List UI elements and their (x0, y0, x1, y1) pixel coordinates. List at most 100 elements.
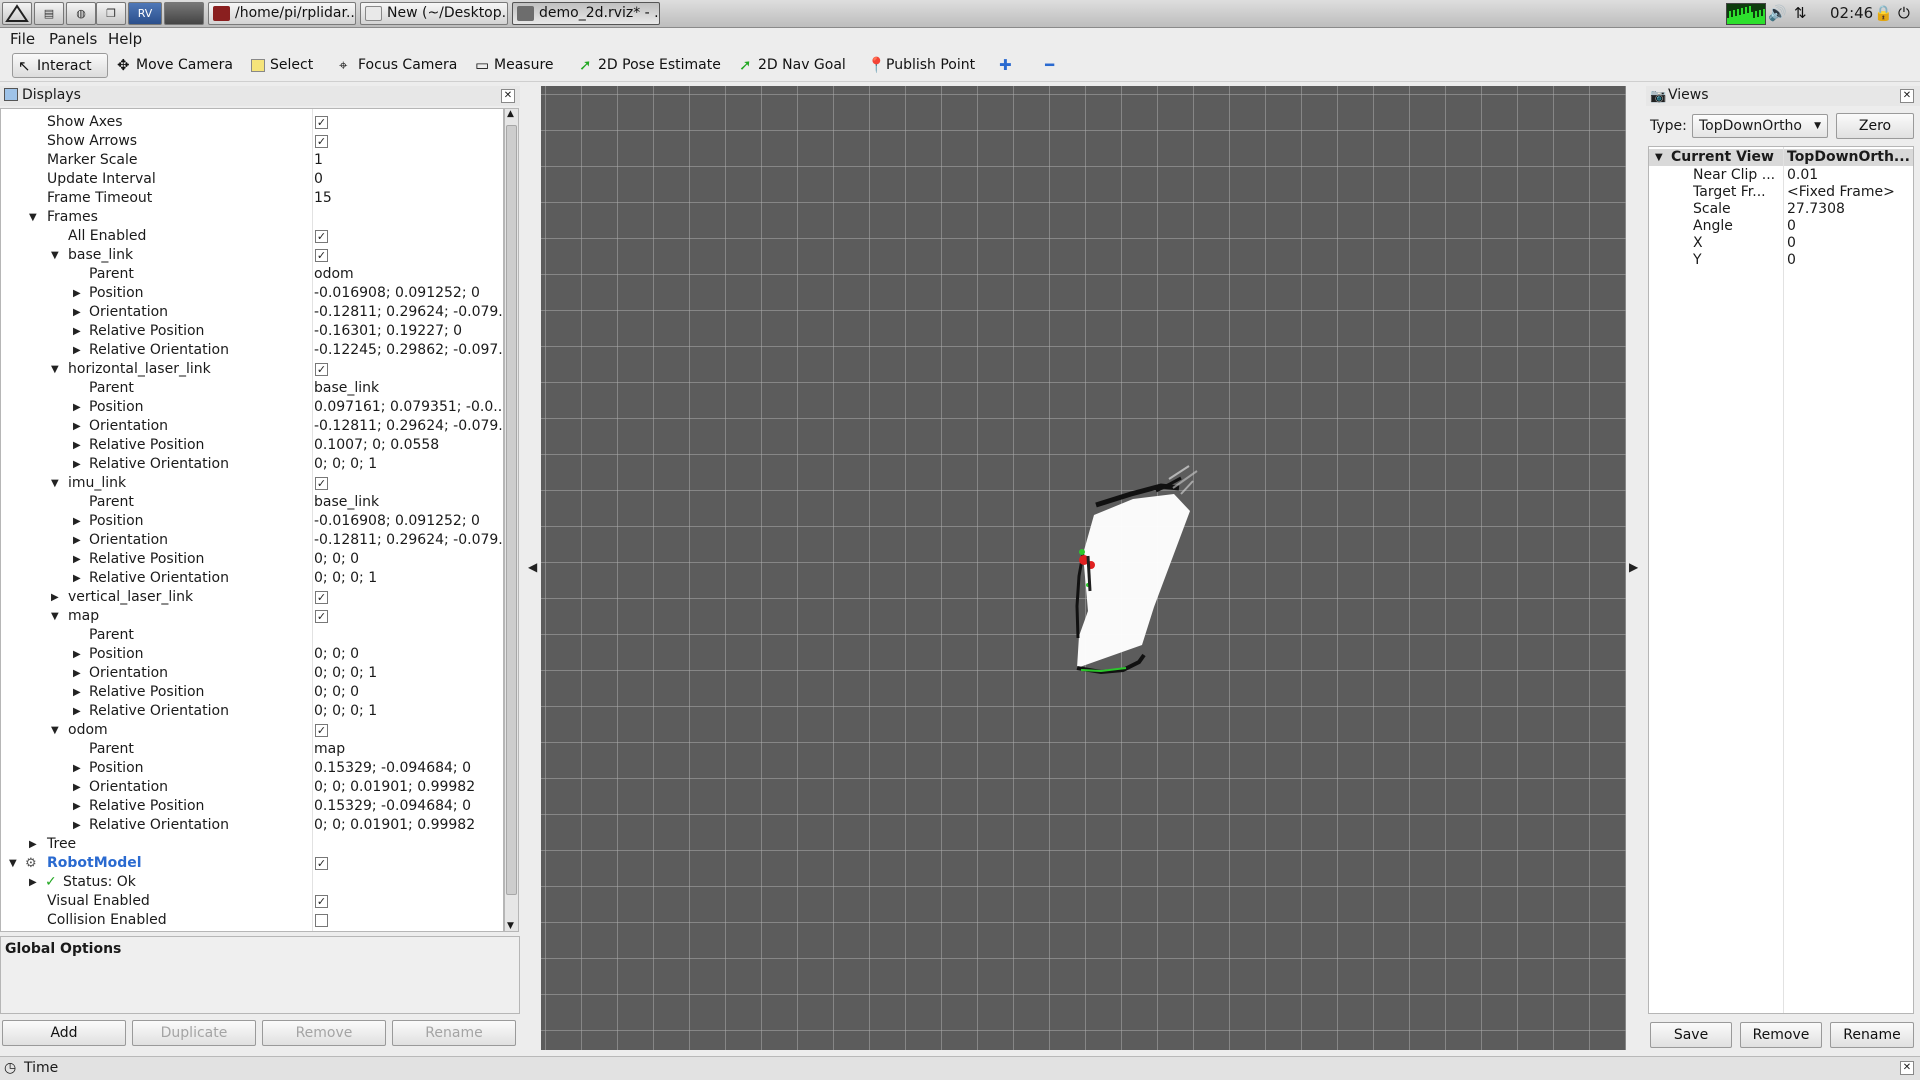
collapse-arrow-icon[interactable]: ▶ (73, 645, 81, 664)
display-property-row[interactable]: ▶ ✓ Status: Ok (1, 873, 489, 892)
view-property-row[interactable]: Angle 0 (1649, 218, 1913, 235)
checkbox-checked[interactable]: ✓ (315, 895, 328, 908)
zero-view-button[interactable]: Zero (1836, 113, 1914, 139)
display-property-row[interactable]: ▶ Position 0.097161; 0.079351; -0.0... (1, 398, 503, 417)
logout-icon[interactable]: ⏻ (1898, 4, 1910, 22)
property-value[interactable]: -0.016908; 0.091252; 0 (314, 284, 503, 303)
collapse-arrow-icon[interactable]: ▶ (73, 303, 81, 322)
property-value[interactable]: 0; 0; 0.01901; 0.99982 (314, 816, 503, 835)
display-property-row[interactable]: Show Axes ✓ (1, 113, 489, 132)
collapse-arrow-icon[interactable]: ▶ (73, 322, 81, 341)
checkbox-checked[interactable]: ✓ (315, 724, 328, 737)
view-property-row[interactable]: Scale 27.7308 (1649, 201, 1913, 218)
display-property-row[interactable]: Visual Enabled ✓ (1, 892, 489, 911)
checkbox-checked[interactable]: ✓ (315, 610, 328, 623)
close-displays-icon[interactable]: ✕ (501, 89, 515, 103)
checkbox-unchecked[interactable] (315, 914, 328, 927)
expand-arrow-icon[interactable]: ▼ (9, 854, 17, 873)
checkbox-checked[interactable]: ✓ (315, 363, 328, 376)
view-property-row[interactable]: X0 (1649, 235, 1913, 252)
collapse-arrow-icon[interactable]: ▶ (73, 417, 81, 436)
display-property-row[interactable]: ▶ Relative Orientation -0.12245; 0.29862; … (1, 341, 503, 360)
checkbox-checked[interactable]: ✓ (315, 249, 328, 262)
expand-arrow-icon[interactable]: ▼ (51, 607, 59, 626)
task-rviz[interactable]: demo_2d.rviz* - ... (512, 2, 660, 25)
current-view-row[interactable]: ▼ Current View TopDownOrth... (1649, 149, 1913, 166)
expand-arrow-icon[interactable]: ▼ (51, 360, 59, 379)
collapse-arrow-icon[interactable]: ▶ (73, 759, 81, 778)
interact-tool-button[interactable]: ↖ Interact (12, 53, 108, 78)
display-property-row[interactable]: ▶ Relative Position 0; 0; 0 (1, 550, 489, 569)
display-property-row[interactable]: ▼ ⚙ RobotModel ✓ (1, 854, 489, 873)
add-tool-button[interactable]: ✚ (994, 53, 1020, 78)
expand-arrow-icon[interactable]: ▼ (51, 246, 59, 265)
menu-help[interactable]: Help (108, 30, 142, 48)
duplicate-display-button[interactable]: Duplicate (132, 1020, 256, 1046)
windows-launcher-icon[interactable]: ❐ (96, 2, 126, 25)
lock-icon[interactable]: 🔒 (1874, 4, 1893, 22)
collapse-arrow-icon[interactable]: ▶ (73, 550, 81, 569)
display-property-row[interactable]: ▶ Tree (1, 835, 489, 854)
collapse-arrow-icon[interactable]: ▶ (73, 797, 81, 816)
display-property-row[interactable]: ▶ Relative Position -0.16301; 0.19227; 0 (1, 322, 489, 341)
checkbox-checked[interactable]: ✓ (315, 230, 328, 243)
collapse-right-icon[interactable]: ▶ (1629, 560, 1638, 574)
rename-view-button[interactable]: Rename (1830, 1022, 1914, 1048)
display-property-row[interactable]: ▼ map ✓ (1, 607, 489, 626)
file-manager-launcher-icon[interactable]: ▤ (34, 2, 64, 25)
menu-file[interactable]: File (10, 30, 35, 48)
display-property-row[interactable]: ▶ Relative Position 0; 0; 0 (1, 683, 489, 702)
display-property-row[interactable]: ▶ Relative Position 0.1007; 0; 0.0558 (1, 436, 489, 455)
focus-camera-tool-button[interactable]: ⌖ Focus Camera (334, 53, 463, 78)
column-divider[interactable] (1783, 147, 1784, 1013)
property-value[interactable]: -0.016908; 0.091252; 0 (314, 512, 503, 531)
2d-pose-estimate-tool-button[interactable]: ➚ 2D Pose Estimate (574, 53, 727, 78)
view-property-row[interactable]: Target Fr... <Fixed Frame> (1649, 184, 1913, 201)
clock[interactable]: 02:46 (1830, 4, 1873, 22)
checkbox-checked[interactable]: ✓ (315, 135, 328, 148)
display-property-row[interactable]: ▼ odom ✓ (1, 721, 489, 740)
property-value[interactable]: 0.15329; -0.094684; 0 (314, 759, 503, 778)
collapse-arrow-icon[interactable]: ▶ (73, 398, 81, 417)
task-terminal[interactable]: /home/pi/rplidar... (208, 2, 356, 25)
publish-point-tool-button[interactable]: 📍 Publish Point (862, 53, 981, 78)
collapse-arrow-icon[interactable]: ▶ (73, 702, 81, 721)
checkbox-checked[interactable]: ✓ (315, 116, 328, 129)
collapse-arrow-icon[interactable]: ▶ (73, 816, 81, 835)
property-value[interactable]: -0.12811; 0.29624; -0.079... (314, 417, 503, 436)
property-value[interactable]: 0.1007; 0; 0.0558 (314, 436, 503, 455)
property-value[interactable]: 0; 0; 0 (314, 683, 503, 702)
display-property-row[interactable]: ▶ Relative Position 0.15329; -0.094684; 0 (1, 797, 489, 816)
display-property-row[interactable]: Collision Enabled (1, 911, 489, 930)
property-value[interactable]: 0; 0; 0; 1 (314, 569, 503, 588)
property-value[interactable]: -0.12245; 0.29862; -0.097... (314, 341, 503, 360)
display-property-row[interactable]: ▶ Orientation -0.12811; 0.29624; -0.079... (1, 417, 503, 436)
display-property-row[interactable]: ▼ Frames (1, 208, 489, 227)
view-property-value[interactable]: <Fixed Frame> (1787, 184, 1895, 201)
column-divider[interactable] (312, 109, 313, 931)
display-property-row[interactable]: All Enabled ✓ (1, 227, 489, 246)
property-value[interactable]: 0; 0; 0.01901; 0.99982 (314, 778, 503, 797)
display-property-row[interactable]: Parent odom (1, 265, 489, 284)
measure-tool-button[interactable]: ▭ Measure (470, 53, 560, 78)
collapse-arrow-icon[interactable]: ▶ (73, 341, 81, 360)
remove-view-button[interactable]: Remove (1740, 1022, 1822, 1048)
property-value[interactable]: -0.12811; 0.29624; -0.079... (314, 531, 503, 550)
render-viewport[interactable] (541, 86, 1626, 1050)
view-property-row[interactable]: Near Clip ... 0.01 (1649, 167, 1913, 184)
collapse-arrow-icon[interactable]: ▶ (73, 455, 81, 474)
checkbox-checked[interactable]: ✓ (315, 857, 328, 870)
browser-launcher-icon[interactable]: ◍ (66, 2, 96, 25)
collapse-arrow-icon[interactable]: ▶ (51, 588, 59, 607)
display-property-row[interactable]: ▼ base_link ✓ (1, 246, 489, 265)
display-property-row[interactable]: ▼ horizontal_laser_link ✓ (1, 360, 489, 379)
view-property-value[interactable]: 0 (1787, 235, 1796, 252)
remove-tool-button[interactable]: ━ (1040, 53, 1070, 78)
collapse-arrow-icon[interactable]: ▶ (73, 683, 81, 702)
start-menu-icon[interactable] (2, 2, 32, 25)
display-property-row[interactable]: Frame Timeout 15 (1, 189, 489, 208)
display-property-row[interactable]: ▶ Relative Orientation 0; 0; 0; 1 (1, 569, 489, 588)
rename-display-button[interactable]: Rename (392, 1020, 516, 1046)
display-property-row[interactable]: ▶ Position -0.016908; 0.091252; 0 (1, 284, 489, 303)
network-icon[interactable]: ⇅ (1794, 4, 1807, 22)
